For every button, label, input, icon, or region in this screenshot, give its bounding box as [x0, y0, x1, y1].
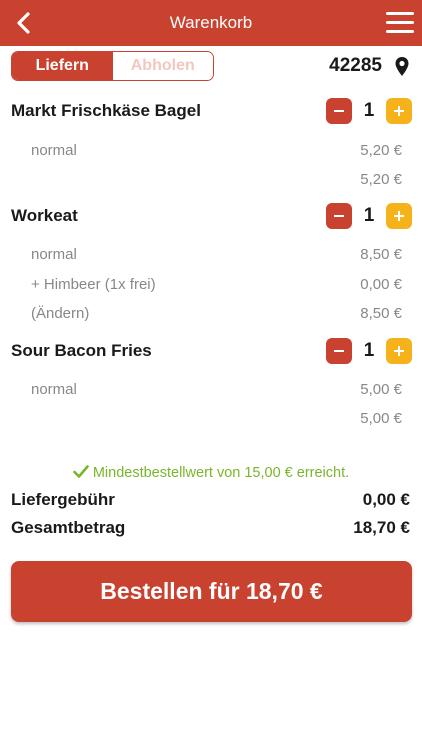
- checkmark-icon: [73, 465, 89, 478]
- option-label: normal: [31, 246, 77, 263]
- item-subtotal: 8,50 €: [360, 305, 402, 322]
- item-subtotal: 5,20 €: [360, 171, 402, 188]
- total-value: 18,70 €: [353, 518, 410, 537]
- increase-button[interactable]: [386, 203, 412, 229]
- option-label: normal: [31, 381, 77, 398]
- quantity-stepper: 1: [326, 338, 412, 366]
- total-label: Gesamtbetrag: [11, 518, 126, 537]
- quantity-value: 1: [363, 340, 375, 361]
- cart-item-name: Markt Frischkäse Bagel: [11, 101, 201, 120]
- option-label: + Himbeer (1x frei): [31, 276, 156, 293]
- quantity-stepper: 1: [326, 203, 412, 231]
- option-price: 8,50 €: [360, 246, 402, 263]
- delivery-fee-value: 0,00 €: [362, 490, 410, 509]
- item-option-line: normal 5,20 €: [31, 142, 402, 159]
- increase-button[interactable]: [386, 338, 412, 364]
- item-option-line: normal 8,50 €: [31, 246, 402, 263]
- tab-liefern[interactable]: Liefern: [12, 52, 113, 80]
- minus-icon: [334, 215, 344, 217]
- plus-icon: [394, 106, 404, 116]
- item-subtotal: 5,00 €: [360, 410, 402, 427]
- decrease-button[interactable]: [326, 98, 352, 124]
- delivery-fee-row: Liefergebühr 0,00 €: [11, 490, 410, 510]
- cart-item-name: Sour Bacon Fries: [11, 341, 152, 360]
- zip-code[interactable]: 42285: [329, 55, 382, 77]
- item-option-line: normal 5,00 €: [31, 381, 402, 398]
- plus-icon: [394, 346, 404, 356]
- hamburger-menu-icon[interactable]: [386, 12, 414, 34]
- min-order-note: Mindestbestellwert von 15,00 € erreicht.: [0, 465, 422, 481]
- increase-button[interactable]: [386, 98, 412, 124]
- minus-icon: [334, 350, 344, 352]
- plus-icon: [394, 211, 404, 221]
- option-price: 0,00 €: [360, 276, 402, 293]
- change-link[interactable]: (Ändern): [31, 305, 89, 322]
- decrease-button[interactable]: [326, 338, 352, 364]
- item-change-line: (Ändern) 8,50 €: [31, 305, 402, 322]
- cart-item-name: Workeat: [11, 206, 78, 225]
- quantity-stepper: 1: [326, 98, 412, 126]
- min-order-text: Mindestbestellwert von 15,00 € erreicht.: [92, 465, 350, 481]
- item-option-line: + Himbeer (1x frei) 0,00 €: [31, 276, 402, 293]
- option-price: 5,20 €: [360, 142, 402, 159]
- quantity-value: 1: [363, 100, 375, 121]
- delivery-mode-toggle: Liefern Abholen: [11, 51, 214, 81]
- option-price: 5,00 €: [360, 381, 402, 398]
- quantity-value: 1: [363, 205, 375, 226]
- minus-icon: [334, 110, 344, 112]
- map-pin-icon[interactable]: [394, 56, 410, 78]
- option-label: normal: [31, 142, 77, 159]
- delivery-fee-label: Liefergebühr: [11, 490, 115, 509]
- order-button[interactable]: Bestellen für 18,70 €: [11, 561, 412, 622]
- top-bar: Warenkorb: [0, 0, 422, 46]
- decrease-button[interactable]: [326, 203, 352, 229]
- page-title: Warenkorb: [169, 13, 253, 32]
- tab-abholen[interactable]: Abholen: [112, 52, 213, 80]
- total-row: Gesamtbetrag 18,70 €: [11, 518, 410, 538]
